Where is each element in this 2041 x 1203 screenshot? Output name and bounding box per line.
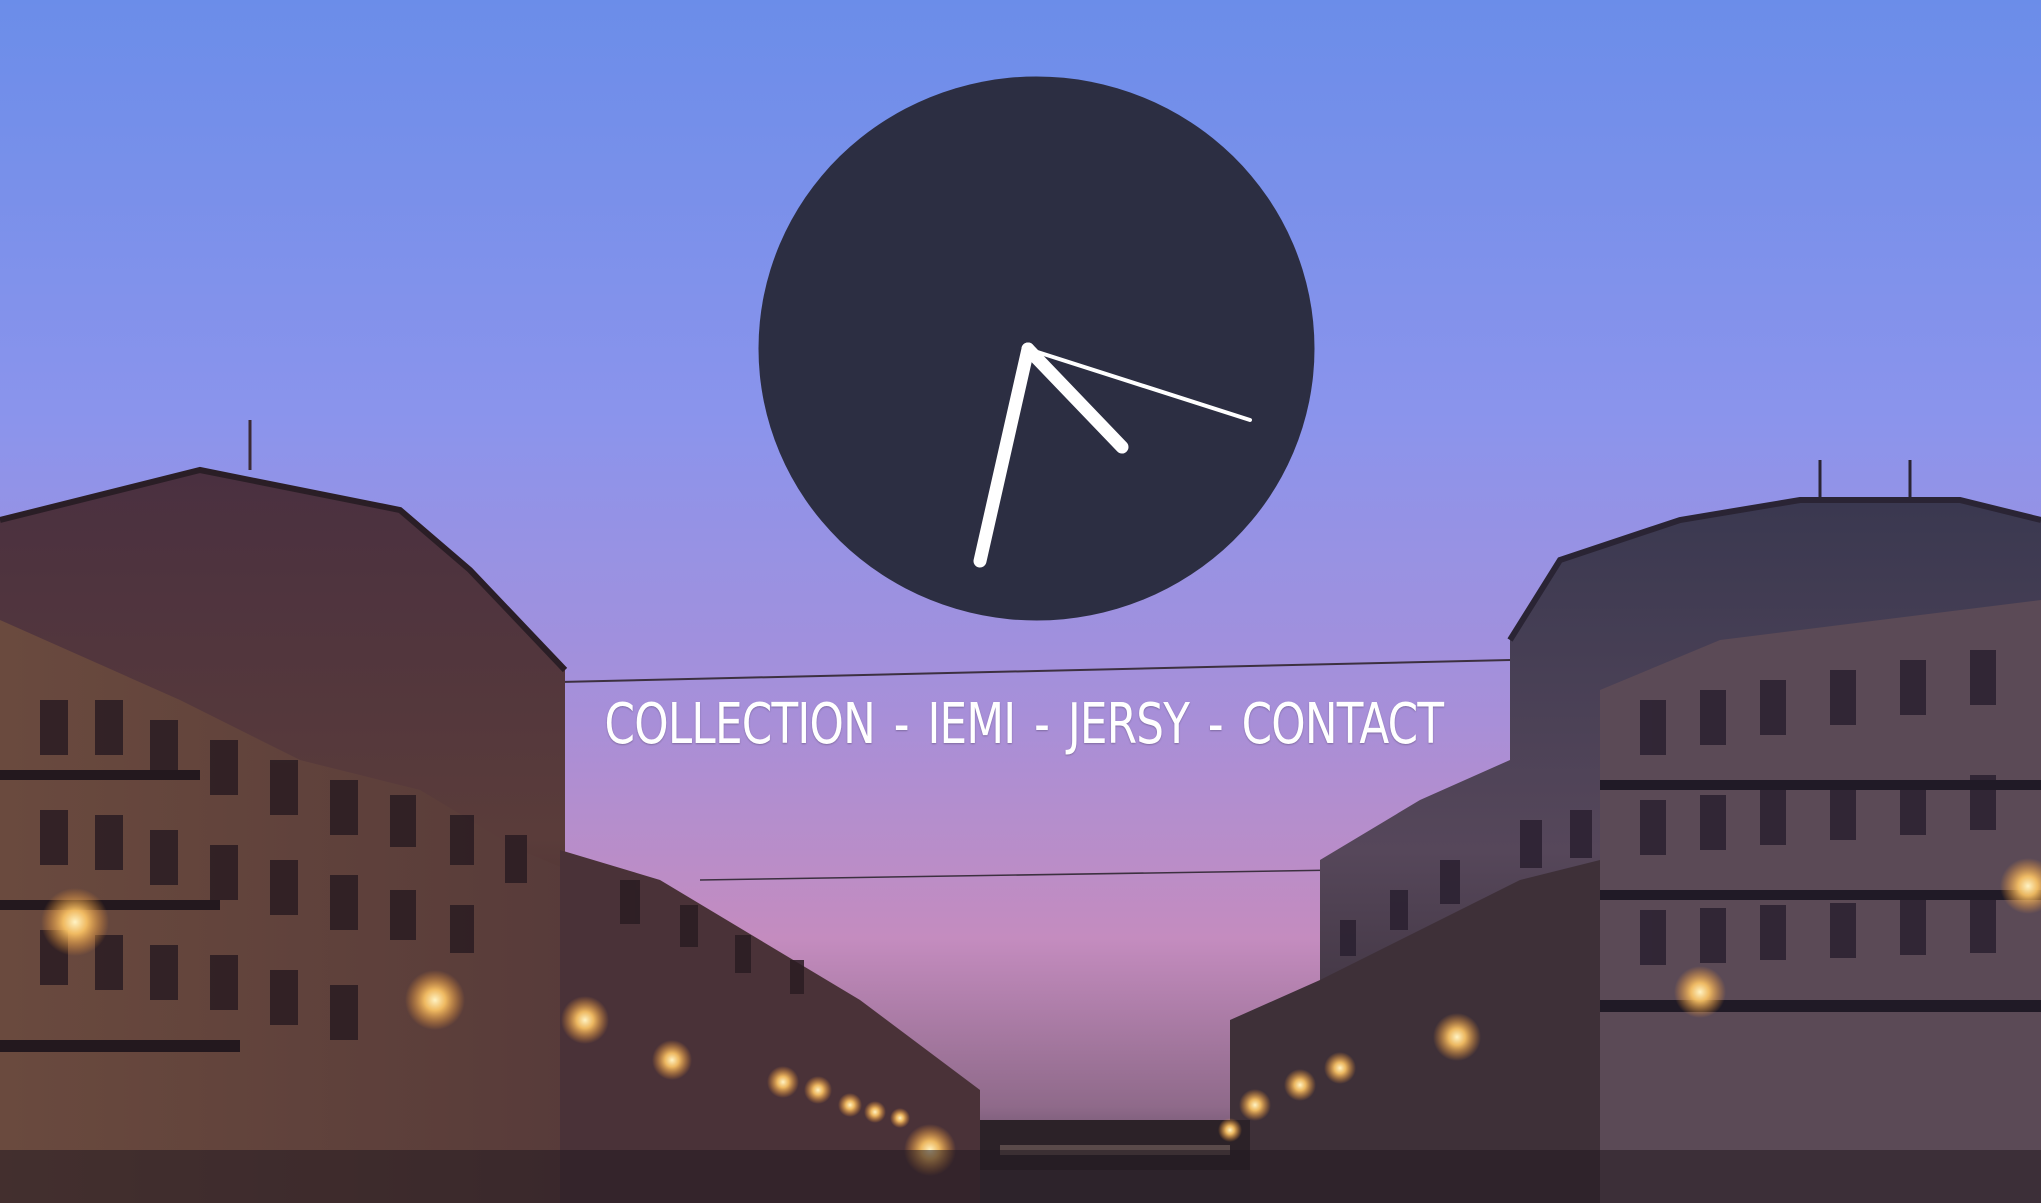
hero-page: COLLECTION - IEMI - JERSY - CONTACT bbox=[0, 0, 2041, 1203]
nav-separator: - bbox=[1034, 691, 1050, 757]
nav-link-jersy[interactable]: JERSY bbox=[1068, 692, 1190, 757]
nav-link-collection[interactable]: COLLECTION bbox=[605, 692, 876, 757]
nav-link-contact[interactable]: CONTACT bbox=[1242, 692, 1444, 757]
clock-logo-icon[interactable] bbox=[758, 76, 1315, 621]
nav-separator: - bbox=[893, 691, 910, 757]
nav-link-iemi[interactable]: IEMI bbox=[927, 692, 1016, 757]
main-nav: COLLECTION - IEMI - JERSY - CONTACT bbox=[228, 684, 1820, 764]
nav-separator: - bbox=[1207, 691, 1224, 757]
